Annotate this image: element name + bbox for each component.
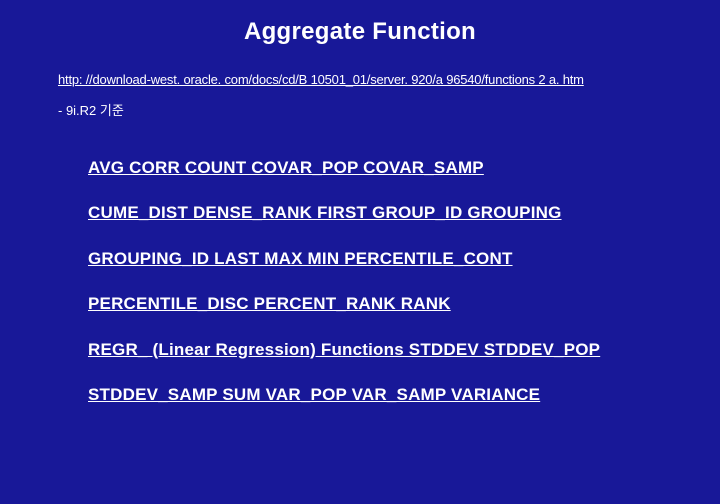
slide: Aggregate Function http: //download-west… xyxy=(0,0,720,504)
function-list: AVG CORR COUNT COVAR_POP COVAR_SAMP CUME… xyxy=(58,145,662,417)
function-line: AVG CORR COUNT COVAR_POP COVAR_SAMP xyxy=(88,145,662,190)
function-line: GROUPING_ID LAST MAX MIN PERCENTILE_CONT xyxy=(88,236,662,281)
function-line: CUME_DIST DENSE_RANK FIRST GROUP_ID GROU… xyxy=(88,190,662,235)
version-note: - 9i.R2 기준 xyxy=(58,100,662,119)
function-line: STDDEV_SAMP SUM VAR_POP VAR_SAMP VARIANC… xyxy=(88,372,662,417)
function-line: PERCENTILE_DISC PERCENT_RANK RANK xyxy=(88,281,662,326)
slide-title: Aggregate Function xyxy=(58,18,662,46)
function-line: REGR_ (Linear Regression) Functions STDD… xyxy=(88,327,662,372)
reference-url[interactable]: http: //download-west. oracle. com/docs/… xyxy=(58,72,662,87)
